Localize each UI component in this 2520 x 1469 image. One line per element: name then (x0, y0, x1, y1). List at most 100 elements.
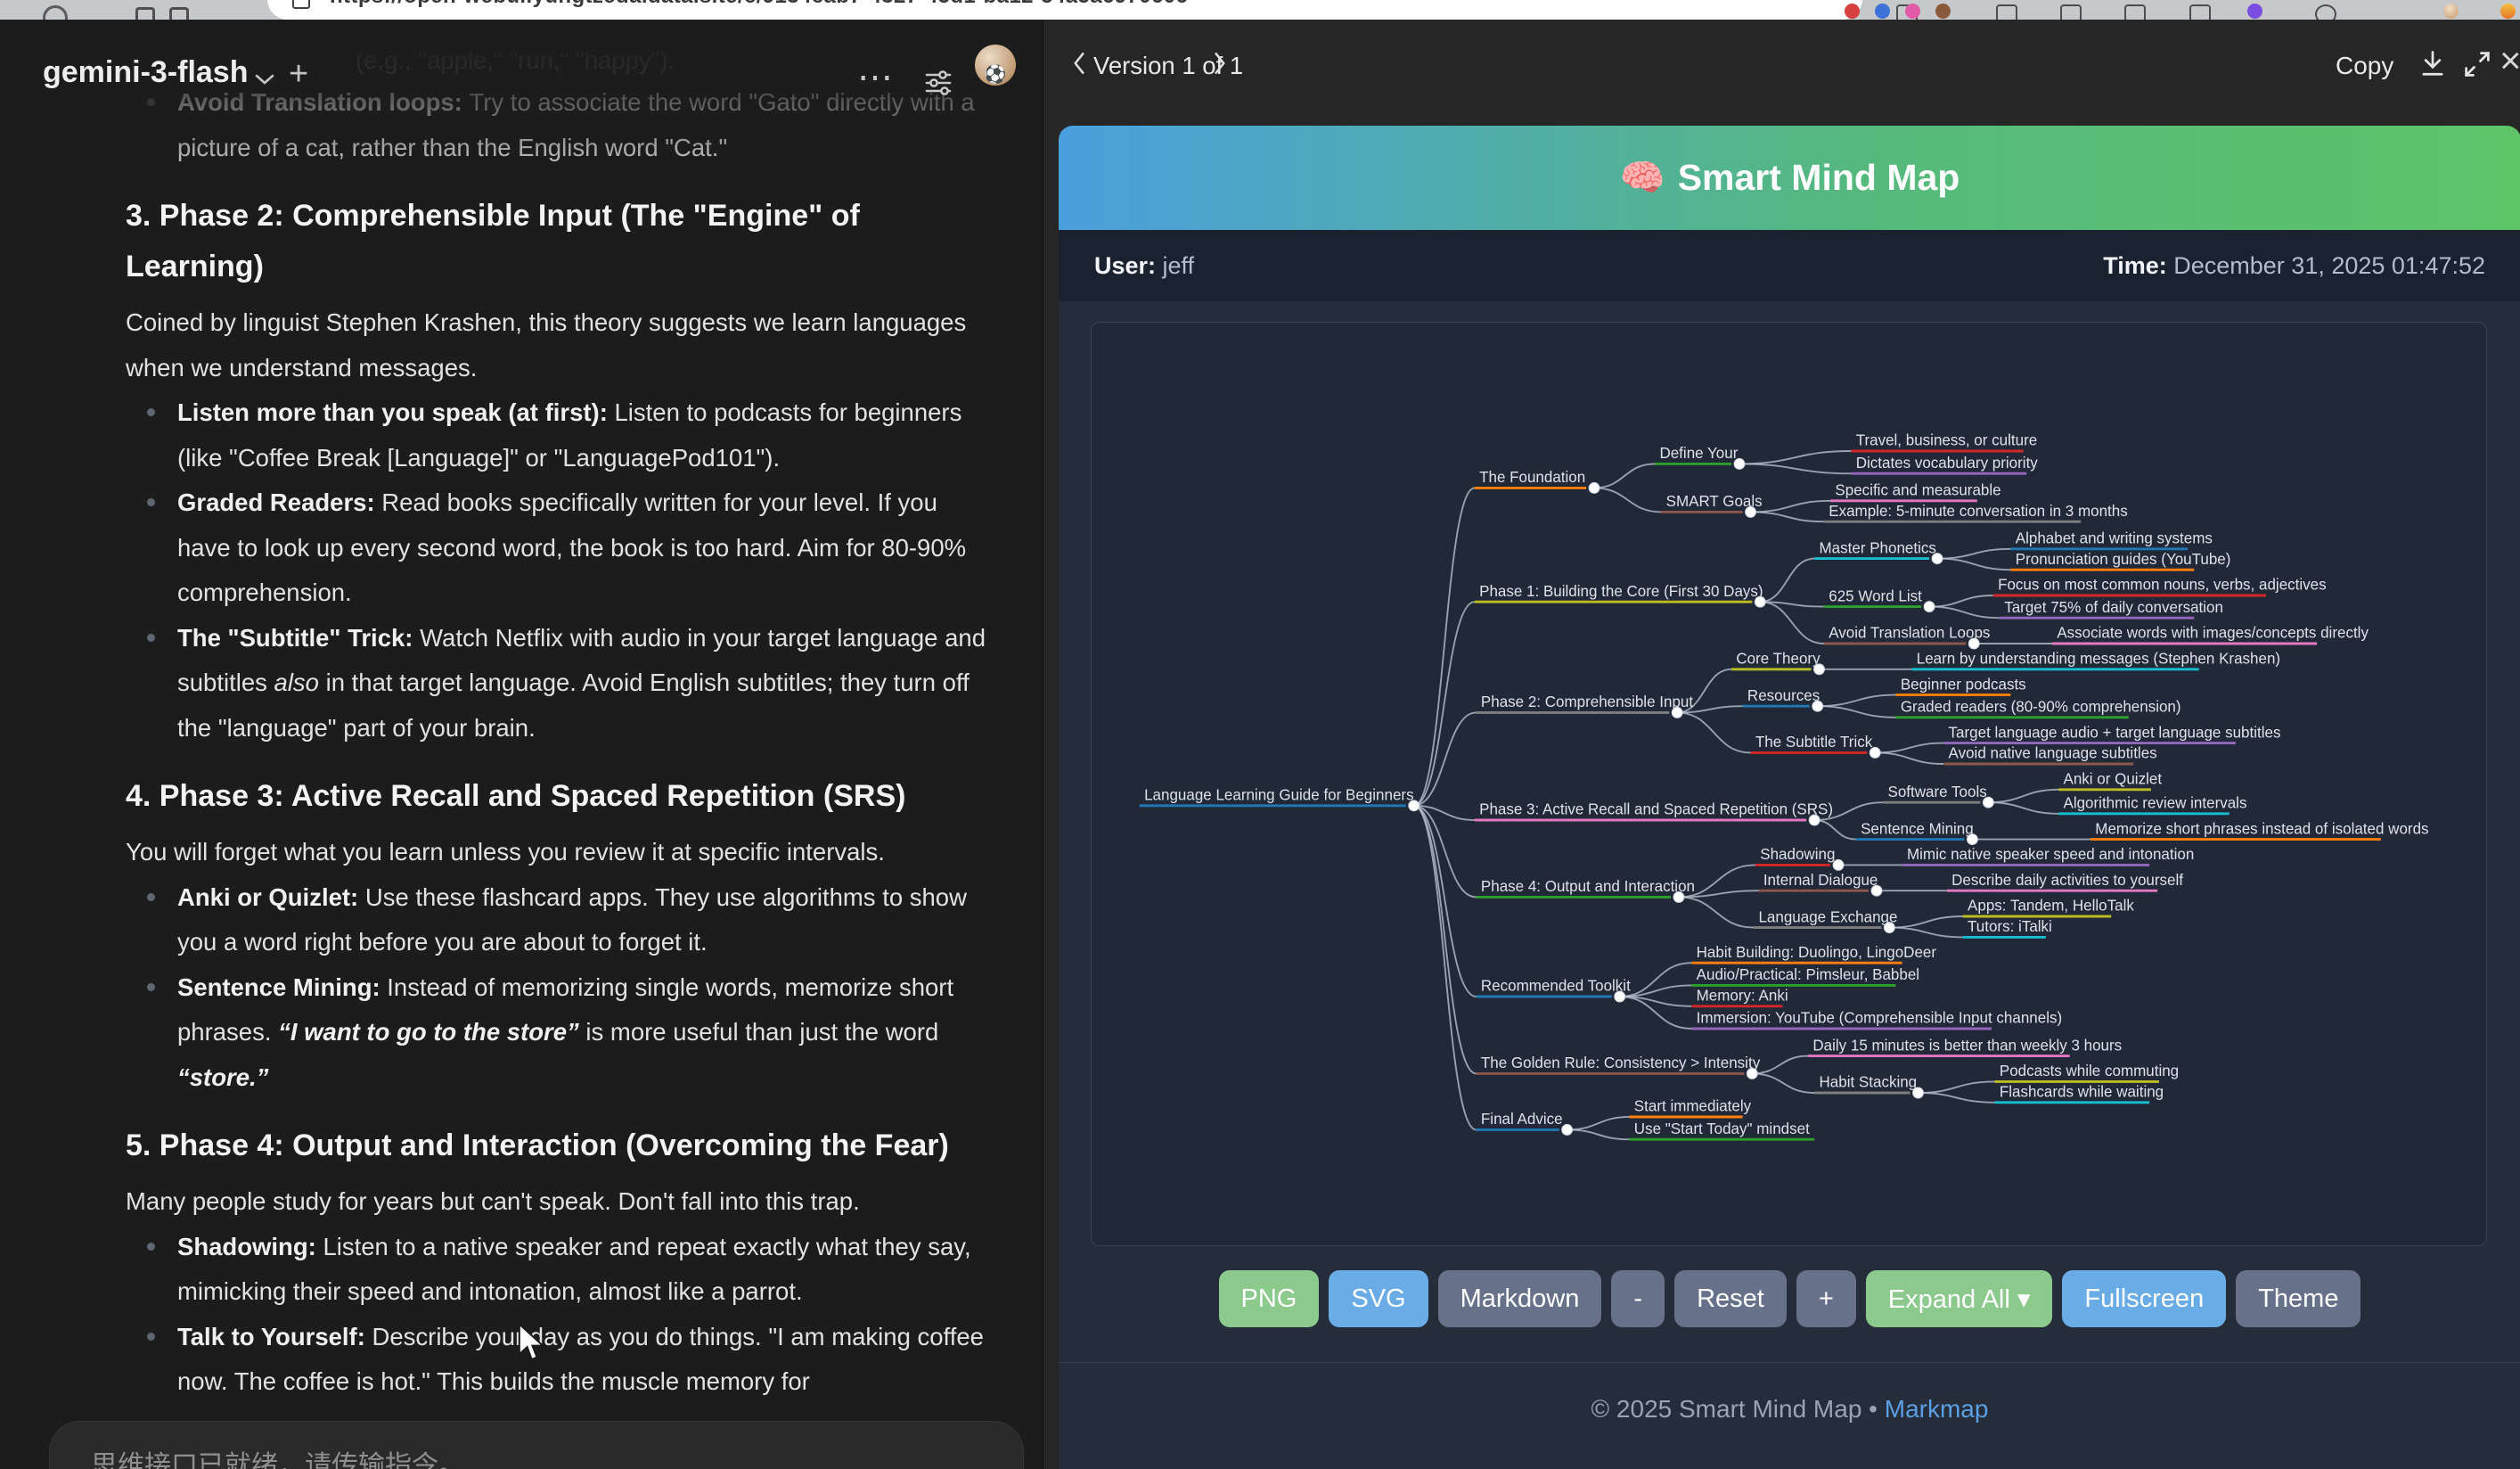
mindmap-node[interactable]: Language Learning Guide for Beginners (1140, 786, 1420, 810)
mindmap-toolbar-markdown-button[interactable]: Markdown (1438, 1270, 1602, 1327)
mindmap-svg[interactable]: Language Learning Guide for Beginners The… (1092, 323, 2486, 1245)
mindmap-node-label[interactable]: Language Learning Guide for Beginners (1144, 786, 1414, 803)
mindmap-node[interactable]: Learn by understanding messages (Stephen… (1911, 650, 2280, 669)
mindmap-collapse-dot[interactable] (1833, 859, 1844, 870)
mindmap-node-label[interactable]: Use "Start Today" mindset (1634, 1120, 1810, 1137)
mindmap-node[interactable]: Immersion: YouTube (Comprehensible Input… (1691, 1010, 2062, 1029)
mindmap-node-label[interactable]: Final Advice (1481, 1111, 1563, 1128)
mindmap-node[interactable]: Sentence Mining (1856, 820, 1978, 844)
mindmap-node[interactable]: The Foundation (1475, 469, 1600, 493)
mindmap-toolbar-zoom-in-button[interactable]: + (1796, 1270, 1856, 1327)
mindmap-collapse-dot[interactable] (1409, 800, 1420, 811)
mindmap-node-label[interactable]: Start immediately (1634, 1098, 1752, 1115)
mindmap-node-label[interactable]: Target 75% of daily conversation (2004, 599, 2223, 616)
mindmap-node-label[interactable]: Avoid Translation Loops (1829, 625, 1990, 642)
version-prev-icon[interactable] (1068, 50, 1090, 77)
mindmap-node-label[interactable]: Example: 5-minute conversation in 3 mont… (1829, 503, 2127, 520)
mindmap-node-label[interactable]: Recommended Toolkit (1481, 978, 1631, 995)
mindmap-node-label[interactable]: Mimic native speaker speed and intonatio… (1907, 846, 2194, 863)
mindmap-node-label[interactable]: Alphabet and writing systems (2016, 529, 2213, 546)
mindmap-node[interactable]: Software Tools (1883, 784, 1993, 808)
mindmap-node-label[interactable]: Learn by understanding messages (Stephen… (1917, 650, 2280, 667)
mindmap-node[interactable]: Daily 15 minutes is better than weekly 3… (1808, 1037, 2122, 1055)
mindmap-node[interactable]: The Golden Rule: Consistency > Intensity (1477, 1055, 1761, 1079)
mindmap-node-label[interactable]: Internal Dialogue (1763, 872, 1878, 889)
mindmap-collapse-dot[interactable] (1913, 1087, 1924, 1098)
mindmap-node[interactable]: Habit Stacking (1814, 1074, 1923, 1098)
mindmap-node-label[interactable]: Audio/Practical: Pimsleur, Babbel (1697, 966, 1919, 983)
mindmap-node[interactable]: Apps: Tandem, HelloTalk (1963, 898, 2135, 916)
chat-input[interactable]: 思维接口已就绪，请传输指令。 (50, 1422, 1023, 1469)
mindmap-node[interactable]: Resources (1743, 687, 1823, 711)
mindmap-toolbar-png-button[interactable]: PNG (1219, 1270, 1320, 1327)
mindmap-node[interactable]: Audio/Practical: Pimsleur, Babbel (1691, 966, 1919, 985)
mindmap-toolbar-fullscreen-button[interactable]: Fullscreen (2062, 1270, 2226, 1327)
mindmap-node-label[interactable]: Pronunciation guides (YouTube) (2016, 551, 2231, 568)
mindmap-collapse-dot[interactable] (1746, 506, 1756, 517)
mindmap-node-label[interactable]: Define Your (1659, 445, 1738, 462)
mindmap-node-label[interactable]: 625 Word List (1829, 587, 1922, 604)
mindmap-node[interactable]: Beginner podcasts (1895, 676, 2025, 694)
mindmap-node-label[interactable]: Algorithmic review intervals (2063, 794, 2246, 811)
mindmap-node-label[interactable]: Phase 3: Active Recall and Spaced Repeti… (1479, 801, 1833, 818)
extension-icon[interactable] (2500, 4, 2516, 19)
mindmap-toolbar-svg-button[interactable]: SVG (1329, 1270, 1428, 1327)
mindmap-node[interactable]: Habit Building: Duolingo, LingoDeer (1691, 944, 1936, 963)
mindmap-toolbar-zoom-out-button[interactable]: - (1611, 1270, 1665, 1327)
version-next-icon[interactable] (1209, 50, 1231, 77)
mindmap-node[interactable]: Phase 4: Output and Interaction (1477, 878, 1695, 902)
mindmap-collapse-dot[interactable] (1562, 1124, 1573, 1135)
mindmap-node[interactable]: Associate words with images/concepts dir… (2052, 625, 2369, 644)
mindmap-node-label[interactable]: The Foundation (1479, 469, 1585, 486)
mindmap-node[interactable]: Recommended Toolkit (1477, 978, 1632, 1002)
mindmap-node-label[interactable]: Daily 15 minutes is better than weekly 3… (1812, 1037, 2122, 1054)
mindmap-node-label[interactable]: Describe daily activities to yourself (1951, 872, 2183, 889)
tab-icon[interactable] (169, 7, 189, 20)
mindmap-node-label[interactable]: Habit Building: Duolingo, LingoDeer (1697, 944, 1937, 961)
mindmap-node[interactable]: Avoid native language subtitles (1943, 745, 2156, 764)
mindmap-node-label[interactable]: Apps: Tandem, HelloTalk (1968, 898, 2134, 915)
mindmap-node[interactable]: The Subtitle Trick (1751, 734, 1881, 758)
mindmap-collapse-dot[interactable] (1755, 596, 1765, 607)
mindmap-node[interactable]: SMART Goals (1661, 493, 1762, 517)
mindmap-node-label[interactable]: Core Theory (1736, 650, 1820, 667)
model-selector[interactable]: gemini-3-flash (43, 55, 248, 90)
controls-icon[interactable] (923, 68, 953, 98)
mindmap-node-label[interactable]: Anki or Quizlet (2063, 770, 2162, 787)
chevron-down-icon[interactable] (253, 71, 276, 87)
mindmap-collapse-dot[interactable] (1983, 797, 1993, 808)
mindmap-node[interactable]: Use "Start Today" mindset (1629, 1120, 1814, 1139)
mindmap-node[interactable]: Define Your (1655, 445, 1745, 469)
mindmap-node[interactable]: Memory: Anki (1691, 987, 1788, 1005)
mindmap-collapse-dot[interactable] (1870, 747, 1880, 758)
mindmap-node-label[interactable]: Associate words with images/concepts dir… (2057, 625, 2369, 642)
mindmap-node-label[interactable]: Software Tools (1888, 784, 1987, 800)
mindmap-node-label[interactable]: The Subtitle Trick (1755, 734, 1873, 751)
mindmap-node[interactable]: Mimic native speaker speed and intonatio… (1902, 846, 2195, 865)
mindmap-node[interactable]: Avoid Translation Loops (1824, 625, 1991, 649)
mindmap-node[interactable]: Specific and measurable (1830, 481, 2001, 500)
mindmap-canvas[interactable]: Language Learning Guide for Beginners The… (1091, 322, 2487, 1246)
mindmap-node[interactable]: Memorize short phrases instead of isolat… (2090, 820, 2429, 839)
mindmap-collapse-dot[interactable] (1814, 664, 1825, 675)
mindmap-node-label[interactable]: Focus on most common nouns, verbs, adjec… (1998, 577, 2327, 594)
mindmap-node[interactable]: Phase 1: Building the Core (First 30 Day… (1475, 583, 1765, 607)
mindmap-collapse-dot[interactable] (1968, 638, 1979, 649)
mindmap-collapse-dot[interactable] (1809, 815, 1820, 825)
mindmap-node-label[interactable]: Beginner podcasts (1901, 676, 2026, 693)
mindmap-toolbar-reset-button[interactable]: Reset (1674, 1270, 1787, 1327)
mindmap-node[interactable]: Dictates vocabulary priority (1851, 455, 2038, 473)
browser-avatar[interactable] (2443, 4, 2459, 19)
mindmap-node-label[interactable]: Flashcards while waiting (2000, 1083, 2164, 1100)
mindmap-node[interactable]: Graded readers (80-90% comprehension) (1895, 698, 2180, 717)
reload-icon[interactable] (43, 5, 68, 20)
mindmap-node-label[interactable]: Memorize short phrases instead of isolat… (2095, 820, 2428, 837)
mindmap-node[interactable]: Algorithmic review intervals (2058, 794, 2246, 813)
mindmap-node[interactable]: Final Advice (1477, 1111, 1573, 1135)
mindmap-node-label[interactable]: Sentence Mining (1861, 820, 1974, 837)
url-bar[interactable]: https://open-webui.yungtzedaidata.site/c… (267, 0, 1862, 20)
mindmap-node-label[interactable]: Phase 4: Output and Interaction (1481, 878, 1695, 895)
new-chat-button[interactable]: + (289, 55, 308, 94)
mindmap-node-label[interactable]: Phase 2: Comprehensible Input (1481, 693, 1693, 710)
mindmap-collapse-dot[interactable] (1589, 482, 1600, 493)
